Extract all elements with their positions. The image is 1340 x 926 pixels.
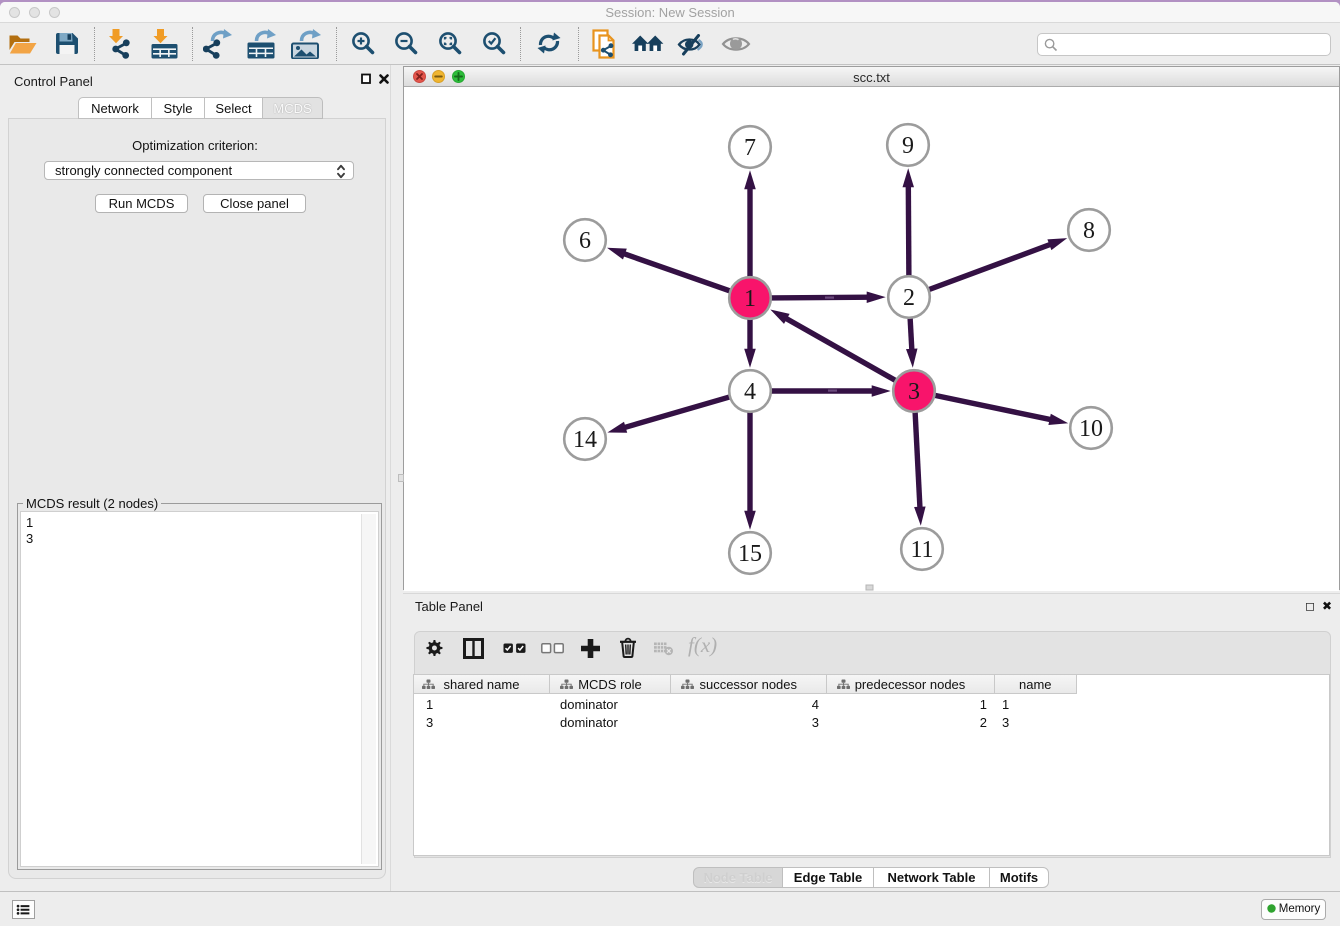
svg-text:3: 3	[908, 379, 920, 405]
svg-text:1: 1	[744, 286, 756, 312]
svg-text:8: 8	[1083, 218, 1095, 244]
svg-text:4: 4	[744, 379, 756, 405]
svg-text:2: 2	[903, 285, 915, 311]
svg-text:15: 15	[738, 541, 762, 567]
svg-text:7: 7	[744, 135, 756, 161]
svg-text:10: 10	[1079, 416, 1103, 442]
svg-text:9: 9	[902, 133, 914, 159]
svg-text:14: 14	[573, 427, 597, 453]
svg-text:6: 6	[579, 228, 591, 254]
svg-text:11: 11	[910, 537, 933, 563]
